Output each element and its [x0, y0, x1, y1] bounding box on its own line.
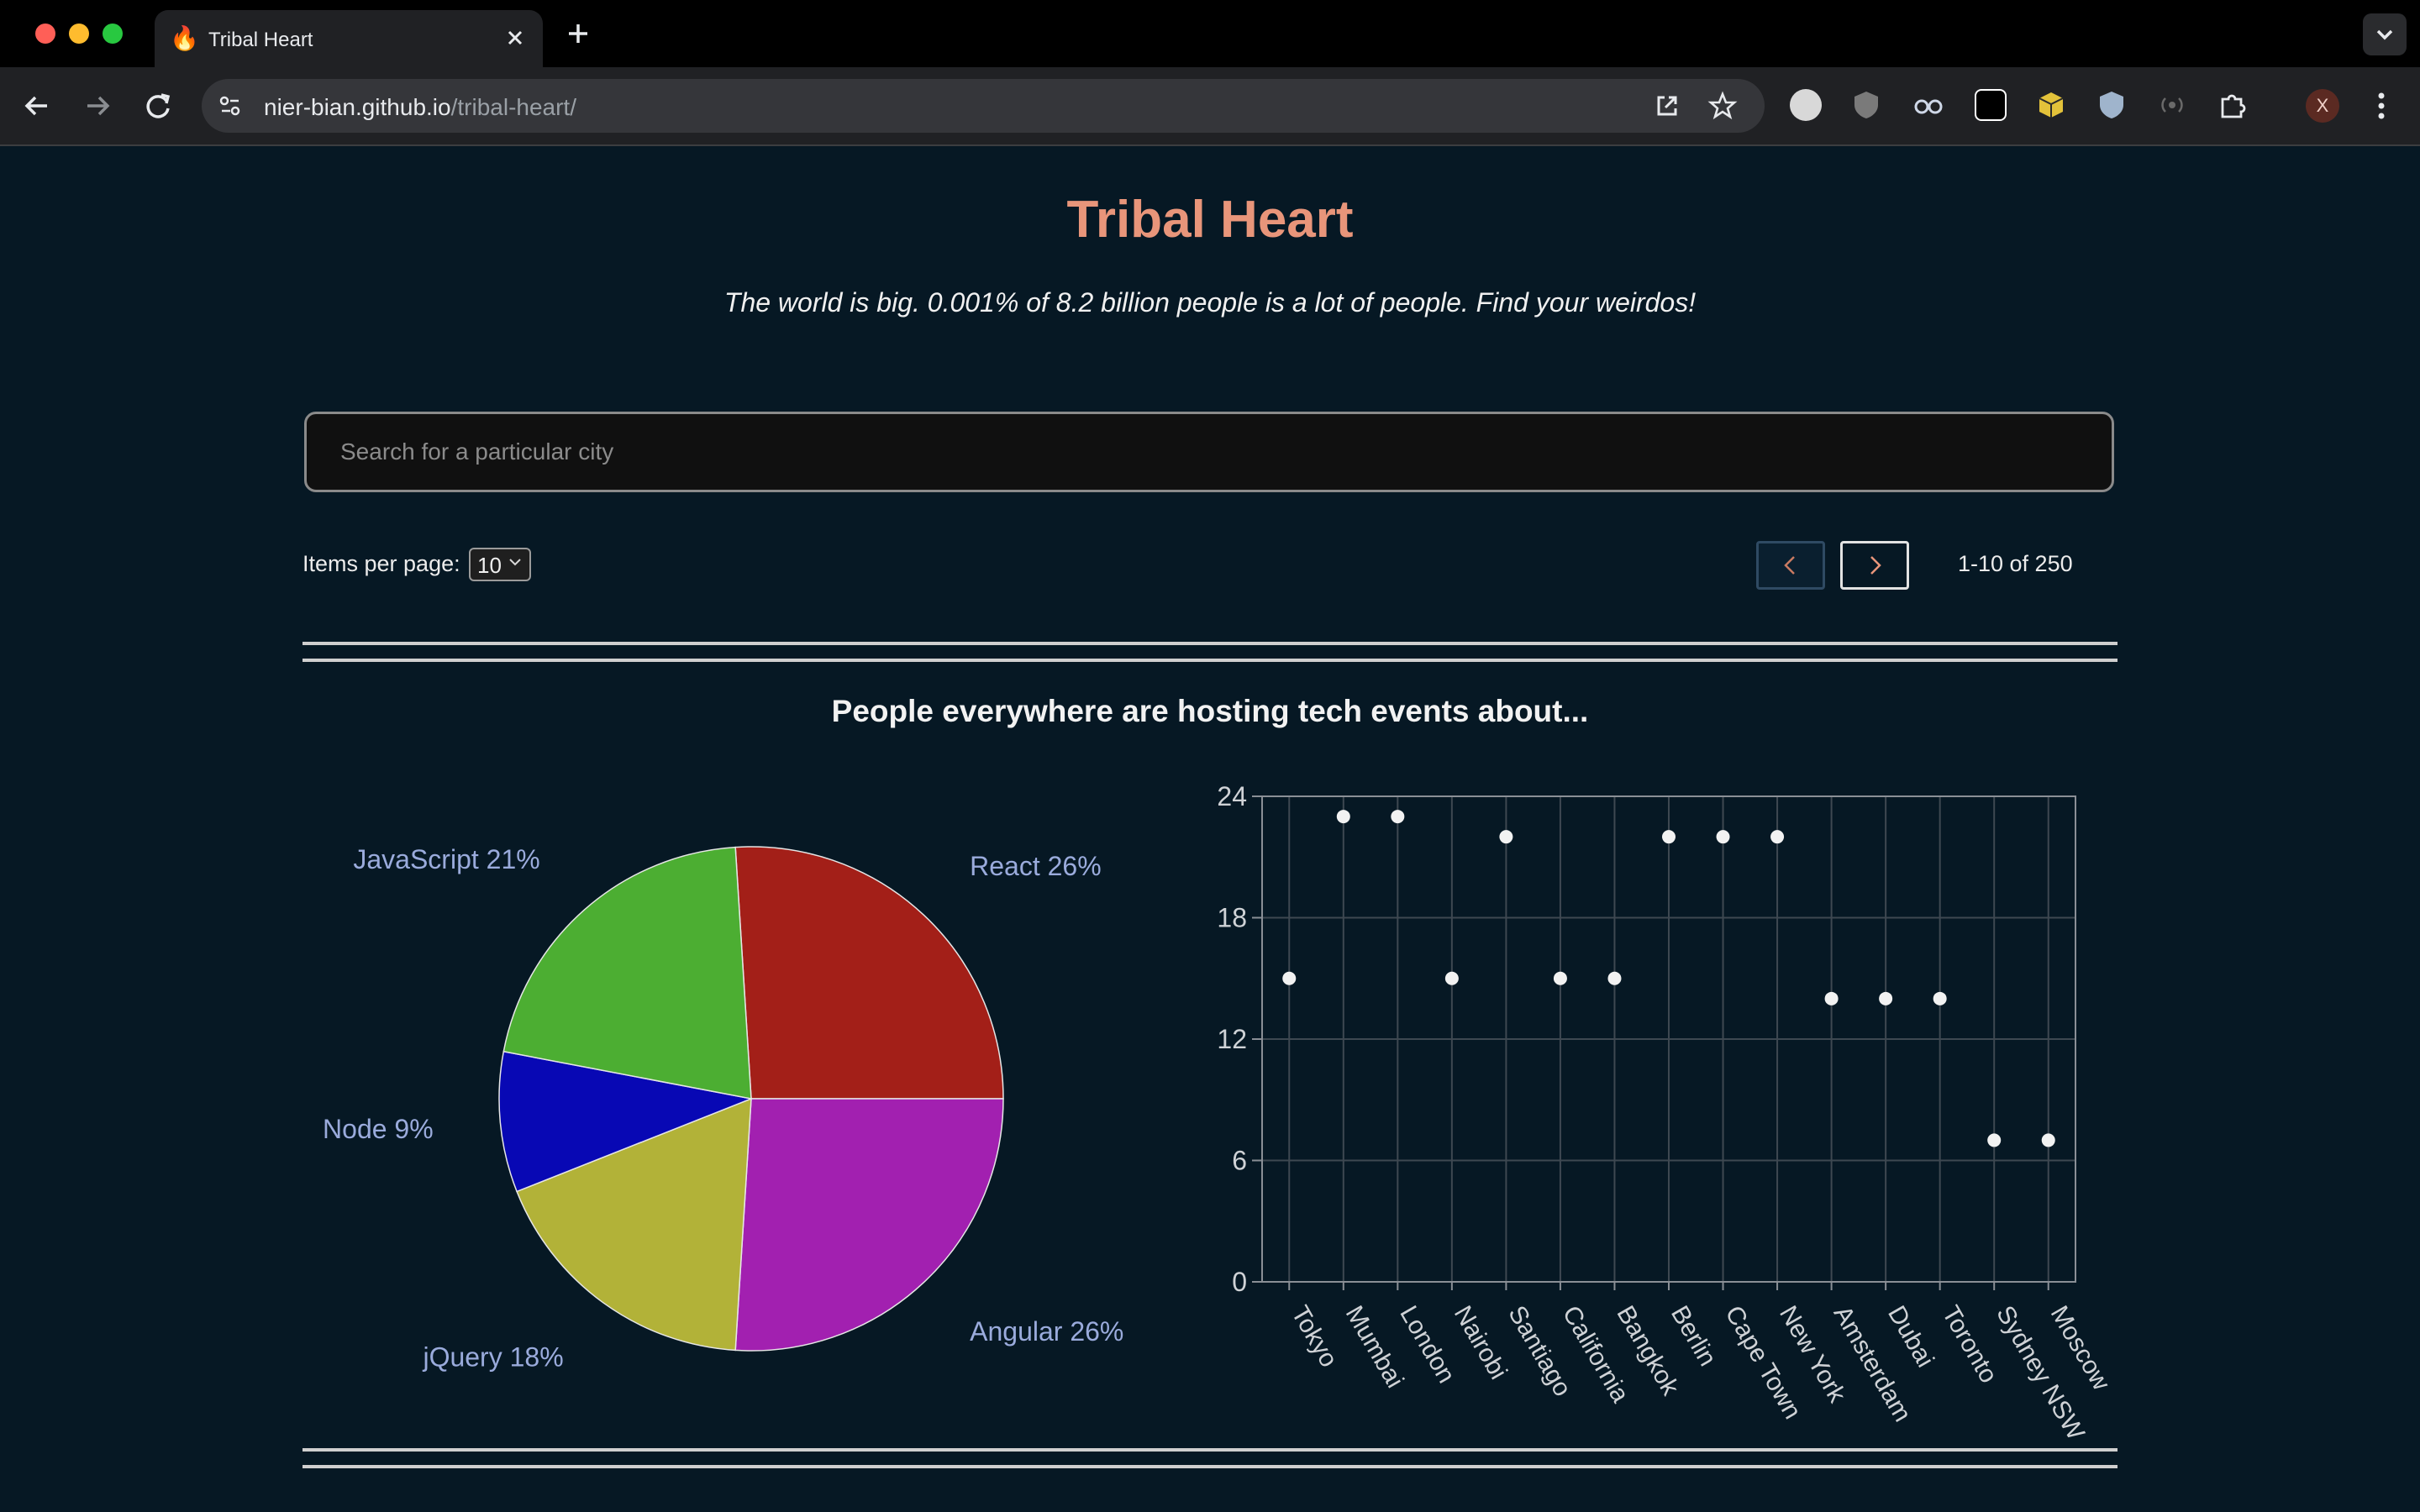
- pie-chart: React 26% Angular 26% jQuery 18% Node 9% Jav…: [323, 844, 1123, 1372]
- x-tick-label: Dubai: [1882, 1301, 1939, 1372]
- close-icon[interactable]: [502, 25, 528, 50]
- chart-heading: People everywhere are hosting tech event…: [831, 694, 1589, 728]
- data-point: [1879, 991, 1893, 1005]
- scatter-chart: 06121824TokyoMumbaiLondonNairobiSantiago…: [1217, 781, 2115, 1446]
- minimize-window-button[interactable]: [69, 24, 89, 44]
- profile-avatar[interactable]: X: [2306, 89, 2339, 123]
- items-per-page-select[interactable]: 10: [469, 548, 531, 581]
- y-tick-label: 24: [1217, 781, 1247, 811]
- url-text[interactable]: nier-bian.github.io/tribal-heart/: [264, 94, 576, 121]
- cube-extension-icon[interactable]: [2035, 89, 2067, 121]
- divider: [302, 1465, 2118, 1468]
- y-tick-label: 12: [1217, 1024, 1247, 1054]
- items-per-page-label: Items per page:: [302, 551, 460, 576]
- y-tick-label: 18: [1217, 903, 1247, 933]
- tune-icon[interactable]: [212, 87, 249, 124]
- shield-extension-icon[interactable]: [2096, 89, 2128, 121]
- url-path: /tribal-heart/: [450, 94, 576, 120]
- data-point: [1282, 971, 1297, 985]
- divider: [302, 659, 2118, 662]
- url-host: nier-bian.github.io: [264, 94, 451, 120]
- star-icon[interactable]: [1706, 89, 1739, 123]
- x-tick-label: Tokyo: [1286, 1301, 1343, 1372]
- pie-label: React 26%: [970, 851, 1102, 881]
- tab-search-button[interactable]: [2363, 13, 2407, 55]
- maximize-window-button[interactable]: [103, 24, 123, 44]
- puzzle-icon[interactable]: [2217, 89, 2249, 121]
- chevron-right-icon: [1870, 556, 1881, 575]
- data-point: [1770, 830, 1785, 844]
- pie-label: Angular 26%: [970, 1316, 1123, 1347]
- adblock-extension-icon[interactable]: [1790, 89, 1822, 121]
- browser-tab-active[interactable]: 🔥 Tribal Heart: [155, 10, 543, 67]
- pie-label: jQuery 18%: [422, 1341, 563, 1372]
- reload-icon[interactable]: [138, 86, 178, 126]
- ublock-extension-icon[interactable]: [1850, 89, 1882, 121]
- broadcast-extension-icon[interactable]: [2156, 89, 2188, 121]
- data-point: [1824, 991, 1839, 1005]
- open-external-icon[interactable]: [1650, 89, 1684, 123]
- data-point: [1336, 810, 1350, 824]
- tab-title: Tribal Heart: [208, 29, 313, 51]
- pagination-info: 1-10 of 250: [1958, 551, 2073, 576]
- pie-label: Node 9%: [323, 1114, 434, 1144]
- kebab-menu-icon[interactable]: [2368, 87, 2395, 124]
- y-tick-label: 0: [1232, 1267, 1247, 1297]
- divider: [302, 1448, 2118, 1452]
- chevron-left-icon: [1784, 556, 1795, 575]
- pie-slice-1: [734, 846, 1004, 1100]
- tagline: The world is big. 0.001% of 8.2 billion …: [723, 287, 1697, 318]
- divider: [302, 642, 2118, 645]
- data-point: [2041, 1133, 2055, 1147]
- lock-extension-icon[interactable]: [1975, 89, 2007, 121]
- data-point: [1607, 971, 1622, 985]
- close-window-button[interactable]: [35, 24, 55, 44]
- data-point: [1933, 991, 1947, 1005]
- browser-toolbar: nier-bian.github.io/tribal-heart/ X: [0, 67, 2420, 146]
- chevron-down-icon: [2376, 29, 2393, 40]
- data-point: [1391, 810, 1405, 824]
- data-point: [1499, 830, 1513, 844]
- previous-page-button[interactable]: [1756, 541, 1825, 590]
- arrow-right-icon[interactable]: [77, 86, 118, 126]
- plus-icon[interactable]: [561, 17, 595, 50]
- pie-label: JavaScript 21%: [353, 844, 539, 874]
- y-tick-label: 6: [1232, 1146, 1247, 1176]
- browser-titlebar: 🔥 Tribal Heart: [0, 0, 2420, 67]
- chevron-down-icon: [508, 554, 523, 575]
- data-point: [1716, 830, 1730, 844]
- next-page-button[interactable]: [1840, 541, 1909, 590]
- items-per-page-value: 10: [477, 553, 502, 578]
- fire-icon: 🔥: [170, 25, 199, 51]
- arrow-left-icon[interactable]: [17, 86, 57, 126]
- data-point: [1444, 971, 1459, 985]
- x-tick-label: Berlin: [1665, 1301, 1722, 1371]
- pie-slice-2: [734, 1098, 1004, 1352]
- data-point: [1553, 971, 1567, 985]
- data-point: [1662, 830, 1676, 844]
- address-bar[interactable]: nier-bian.github.io/tribal-heart/: [202, 79, 1765, 133]
- glasses-extension-icon[interactable]: [1912, 89, 1944, 121]
- search-input[interactable]: [304, 412, 2114, 492]
- data-point: [1987, 1133, 2002, 1147]
- page-title: Tribal Heart: [1066, 191, 1354, 249]
